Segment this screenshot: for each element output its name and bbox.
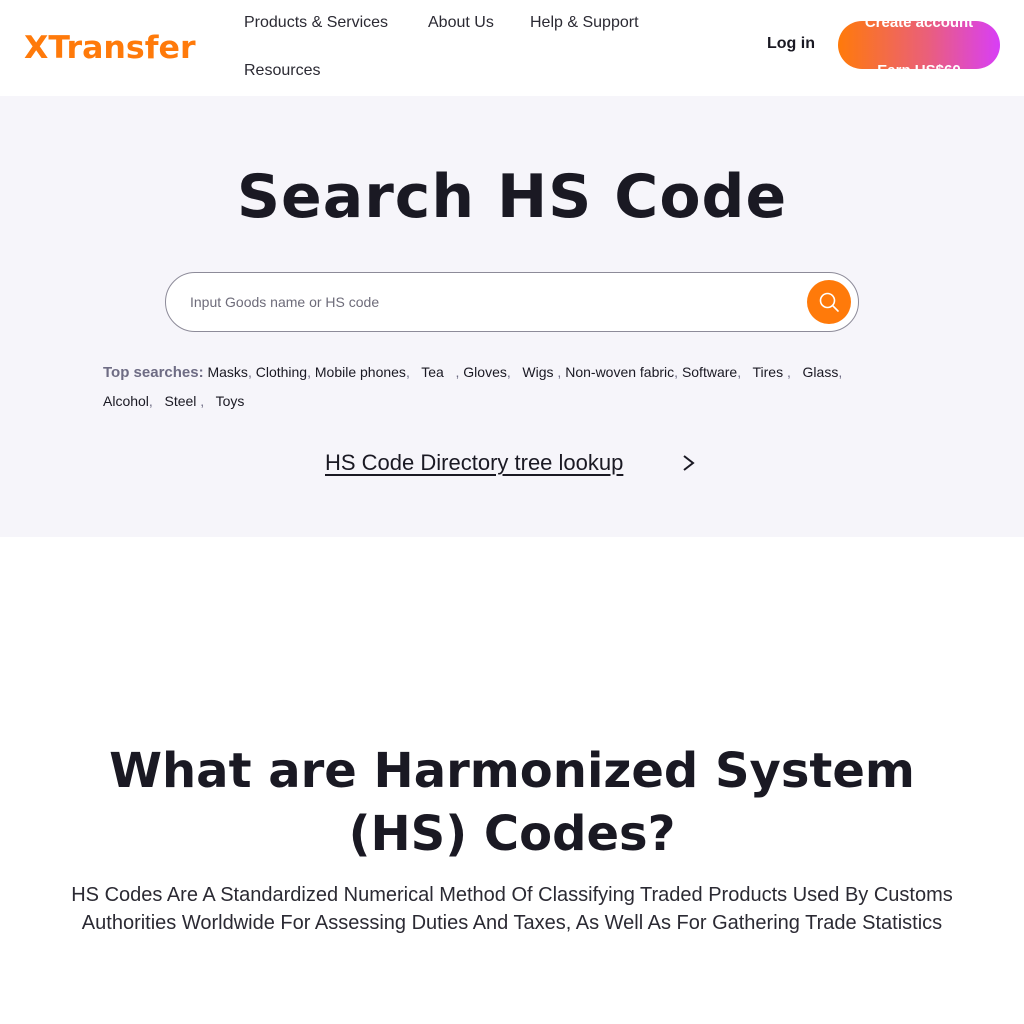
top-search-tires[interactable]: Tires (753, 364, 784, 380)
nav-resources[interactable]: Resources (244, 61, 320, 81)
search-bar (165, 272, 859, 332)
nav-about-us[interactable]: About Us (428, 13, 494, 33)
search-button[interactable] (807, 280, 851, 324)
top-search-glass[interactable]: Glass (803, 364, 839, 380)
top-search-tea[interactable]: Tea (421, 364, 444, 380)
nav-help-support[interactable]: Help & Support (530, 13, 639, 33)
login-link[interactable]: Log in (767, 34, 815, 54)
site-header: XTransfer Products & Services About Us H… (0, 0, 1024, 96)
top-search-software[interactable]: Software (682, 364, 737, 380)
hs-directory-link[interactable]: HS Code Directory tree lookup (325, 446, 623, 480)
chevron-right-icon[interactable] (680, 454, 698, 472)
create-account-button[interactable]: Create account Earn US$60 (838, 21, 1000, 69)
top-searches-label: Top searches: (103, 364, 204, 381)
top-search-mobile-phones[interactable]: Mobile phones (315, 364, 406, 380)
nav-products-services[interactable]: Products & Services (244, 13, 388, 33)
top-search-masks[interactable]: Masks (207, 364, 247, 380)
top-search-wigs[interactable]: Wigs (522, 364, 553, 380)
top-search-gloves[interactable]: Gloves (463, 364, 507, 380)
create-account-subtext: Earn US$60 (838, 62, 1000, 69)
what-section-description: HS Codes Are A Standardized Numerical Me… (71, 884, 953, 934)
top-search-non-woven-fabric[interactable]: Non-woven fabric (565, 364, 674, 380)
what-section-title: What are Harmonized System (HS) Codes? (109, 743, 915, 862)
logo-text: XTransfer (24, 30, 196, 66)
top-searches: Top searches: Masks, Clothing, Mobile ph… (103, 364, 843, 409)
top-search-alcohol[interactable]: Alcohol (103, 393, 149, 409)
search-input[interactable] (190, 273, 800, 331)
top-search-toys[interactable]: Toys (216, 393, 245, 409)
create-account-label: Create account (864, 21, 974, 31)
top-search-steel[interactable]: Steel (164, 393, 196, 409)
search-icon (819, 292, 839, 312)
top-search-clothing[interactable]: Clothing (256, 364, 307, 380)
xtransfer-logo[interactable]: XTransfer (24, 30, 204, 66)
hero-section: Search HS Code Top searches: Masks, Clot… (0, 96, 1024, 537)
page-title: Search HS Code (236, 162, 788, 232)
